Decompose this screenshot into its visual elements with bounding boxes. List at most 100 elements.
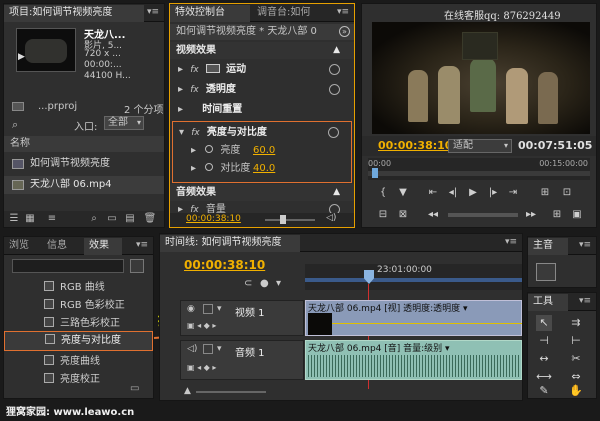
play-thumbnail-icon[interactable]: ▶	[18, 52, 28, 62]
collapse-icon[interactable]: ▲	[333, 42, 340, 59]
work-area-bar[interactable]	[305, 278, 522, 282]
expand-icon[interactable]: ▸	[191, 163, 196, 174]
shuttle-icon[interactable]: ◂◂	[424, 206, 442, 224]
razor-tool-icon[interactable]: ✂	[568, 351, 584, 367]
panel-menu-icon[interactable]: ▾≡	[135, 239, 149, 252]
expand-icon[interactable]: ▾	[217, 344, 222, 354]
list-item[interactable]: 亮度校正	[10, 371, 147, 389]
panel-menu-icon[interactable]: ▾≡	[336, 6, 350, 19]
zoom-slider[interactable]	[196, 391, 266, 393]
find-icon[interactable]: ⌕	[86, 212, 102, 226]
list-view-icon[interactable]: ☰	[6, 212, 22, 226]
add-marker-icon[interactable]: ▾	[276, 278, 281, 289]
audio-icon[interactable]: ◁)	[326, 213, 336, 223]
new-item-icon[interactable]: ▤	[122, 212, 138, 226]
play-icon[interactable]: ▶	[464, 184, 482, 202]
tab-effect-controls[interactable]: 特效控制台	[170, 5, 250, 22]
jog-slider[interactable]	[448, 213, 518, 217]
monitor-ruler[interactable]: 00:00 00:15:00:00	[368, 158, 590, 180]
step-back-icon[interactable]: ◂|	[444, 184, 462, 202]
zoom-out-icon[interactable]: ▲	[184, 386, 191, 396]
list-item[interactable]: RGB 曲线	[10, 279, 147, 297]
tab-timeline[interactable]: 时间线: 如何调节视频亮度	[160, 235, 300, 252]
fit-dropdown[interactable]: 适配 ▾	[448, 139, 512, 153]
track-select-tool-icon[interactable]: ⇉	[568, 315, 584, 331]
marker-icon[interactable]: ●	[260, 278, 269, 289]
reset-icon[interactable]	[328, 127, 339, 138]
step-forward-icon[interactable]: |▸	[484, 184, 502, 202]
entry-dropdown[interactable]: 全部 ▾	[104, 116, 144, 130]
expand-icon[interactable]: ▸	[191, 145, 196, 156]
video-clip[interactable]: 天龙八部 06.mp4 [视] 透明度:透明度 ▾	[305, 300, 522, 336]
playhead-icon[interactable]	[372, 168, 378, 178]
keyframe-nav-icon[interactable]: ▣ ◂ ◆ ▸	[187, 363, 216, 372]
list-item[interactable]: 亮度曲线	[10, 353, 147, 371]
eye-icon[interactable]: ◉	[187, 304, 195, 314]
loop-icon[interactable]: ⊞	[536, 184, 554, 202]
list-item[interactable]: RGB 色彩校正	[10, 297, 147, 315]
speaker-icon[interactable]: ◁)	[187, 344, 197, 354]
panel-menu-icon[interactable]: ▾≡	[504, 236, 518, 249]
timeline-ruler[interactable]: 23:01:00:00	[305, 264, 522, 290]
stopwatch-icon[interactable]	[205, 145, 214, 153]
zoom-handle[interactable]	[280, 215, 286, 224]
effect-timecode[interactable]: 00:00:38:10	[186, 214, 241, 224]
collapse-icon[interactable]: ▲	[333, 184, 340, 201]
lock-icon[interactable]	[203, 304, 213, 314]
tab-audio-mixer[interactable]: 调音台:如何	[252, 5, 334, 22]
effects-search-input[interactable]	[12, 259, 124, 273]
lock-icon[interactable]	[203, 344, 213, 354]
monitor-timecode[interactable]: 00:00:38:10	[378, 139, 452, 152]
tab-tools[interactable]: 工具	[528, 294, 568, 311]
automate-icon[interactable]: ≡	[44, 212, 60, 226]
reset-icon[interactable]	[329, 84, 340, 95]
rate-stretch-tool-icon[interactable]: ↔	[536, 351, 552, 367]
expand-icon[interactable]: ▸	[178, 64, 183, 75]
snap-icon[interactable]: ⊂	[244, 278, 252, 289]
name-column-header[interactable]: 名称	[4, 136, 164, 152]
expand-icon[interactable]: ▾	[179, 127, 184, 138]
ripple-edit-tool-icon[interactable]: ⊣	[536, 333, 552, 349]
tab-browser[interactable]: 浏览	[4, 238, 38, 255]
time-remap-row[interactable]: ▸ 时间重置	[170, 101, 354, 118]
search-icon[interactable]: ⌕	[12, 118, 18, 132]
safe-margin-icon[interactable]: ⊡	[558, 184, 576, 202]
expand-icon[interactable]: ▾	[217, 304, 222, 314]
panel-menu-icon[interactable]: ▾≡	[146, 6, 160, 19]
list-item-selected[interactable]: 亮度与对比度	[4, 331, 153, 351]
zoom-slider[interactable]	[265, 219, 315, 221]
new-bin-icon[interactable]	[130, 259, 144, 273]
tab-project[interactable]: 项目:如何调节视频亮度	[4, 5, 144, 22]
hand-tool-icon[interactable]: ✋	[568, 383, 584, 399]
brightness-value[interactable]: 60.0	[253, 142, 275, 159]
selection-tool-icon[interactable]: ↖	[536, 315, 552, 331]
extract-icon[interactable]: ⊠	[394, 206, 412, 224]
pen-tool-icon[interactable]: ✎	[536, 383, 552, 399]
shuttle-forward-icon[interactable]: ▸▸	[522, 206, 540, 224]
export-frame-icon[interactable]: ▣	[568, 206, 586, 224]
panel-menu-icon[interactable]: ▾≡	[578, 239, 592, 252]
contrast-value[interactable]: 40.0	[253, 160, 275, 177]
tab-effects[interactable]: 效果	[84, 238, 122, 255]
opacity-row[interactable]: ▸ fx 透明度	[170, 81, 354, 98]
reset-icon[interactable]	[329, 64, 340, 75]
stopwatch-icon[interactable]	[205, 163, 214, 171]
forward-icon[interactable]: »	[339, 26, 350, 37]
mark-out-icon[interactable]: ▼	[394, 184, 412, 202]
prev-edit-icon[interactable]: ⇤	[424, 184, 442, 202]
expand-icon[interactable]: ▸	[178, 84, 183, 95]
lift-icon[interactable]: ⊟	[374, 206, 392, 224]
delete-icon[interactable]: 🗑	[142, 212, 158, 226]
tab-info[interactable]: 信息	[42, 238, 78, 255]
delete-icon[interactable]: ▭	[130, 383, 142, 395]
new-bin-icon[interactable]: ▭	[104, 212, 120, 226]
expand-icon[interactable]: ▸	[178, 104, 183, 115]
list-item[interactable]: 如何调节视频亮度	[4, 155, 164, 173]
rolling-edit-tool-icon[interactable]: ⊢	[568, 333, 584, 349]
trim-icon[interactable]: ⊞	[548, 206, 566, 224]
next-edit-icon[interactable]: ⇥	[504, 184, 522, 202]
panel-menu-icon[interactable]: ▾≡	[578, 295, 592, 308]
bc-effect-row[interactable]: ▾ fx 亮度与对比度	[173, 124, 351, 141]
timeline-timecode[interactable]: 00:00:38:10	[184, 258, 265, 272]
keyframe-nav-icon[interactable]: ▣ ◂ ◆ ▸	[187, 321, 216, 330]
